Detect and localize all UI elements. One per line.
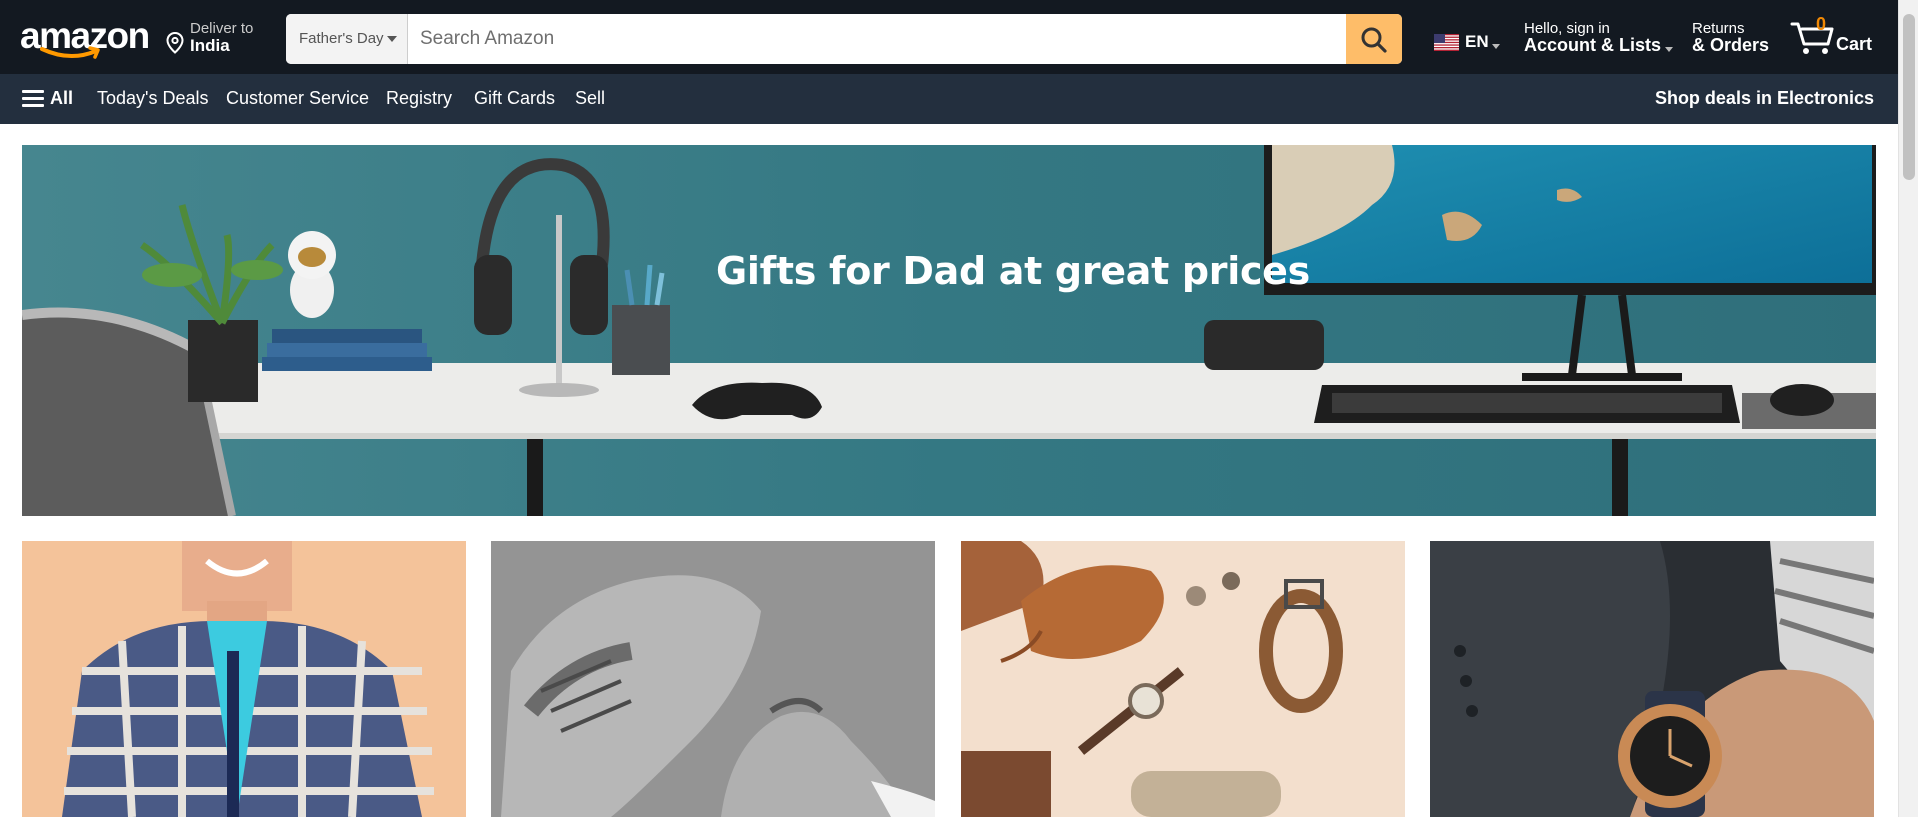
search-category-select[interactable]: Father's Day — [286, 14, 408, 64]
search-icon — [1361, 27, 1387, 53]
search-input[interactable] — [410, 14, 1340, 64]
search-bar: Father's Day — [286, 14, 1402, 64]
cart-count: 0 — [1816, 14, 1827, 34]
returns-orders[interactable]: Returns & Orders — [1692, 20, 1772, 60]
deliver-label: Deliver to — [190, 20, 254, 37]
top-nav: amazon Deliver to India Father's Day Sea… — [0, 0, 1898, 74]
cart-label: Cart — [1836, 34, 1873, 54]
nav-item-gift-cards[interactable]: Gift Cards — [474, 88, 555, 109]
hero-banner[interactable]: Gifts for Dad at great prices — [22, 145, 1876, 516]
deliver-country: India — [190, 36, 230, 55]
hero-headline: Gifts for Dad at great prices — [716, 249, 1310, 293]
search-button[interactable] — [1346, 14, 1402, 64]
us-flag-icon — [1434, 34, 1459, 51]
page: amazon Deliver to India Father's Day Sea… — [0, 0, 1898, 817]
tile-mens-accessories[interactable] — [961, 541, 1405, 817]
nav-item-todays-deals[interactable]: Today's Deals — [97, 88, 209, 109]
chevron-down-icon — [1665, 47, 1673, 52]
page-scrollbar[interactable] — [1898, 0, 1918, 817]
hamburger-icon — [22, 90, 44, 108]
orders-label: & Orders — [1692, 35, 1770, 55]
deliver-to[interactable]: Deliver to India — [166, 20, 286, 58]
account-lists[interactable]: Hello, sign in Account & Lists — [1524, 20, 1674, 60]
language-code: EN — [1465, 32, 1489, 51]
promo-link-electronics[interactable]: Shop deals in Electronics — [1655, 88, 1874, 109]
tile-watches[interactable] — [1430, 541, 1874, 817]
chevron-down-icon — [1492, 44, 1500, 49]
hero-illustration — [22, 145, 1876, 516]
chevron-down-icon — [387, 36, 397, 42]
nav-item-sell[interactable]: Sell — [575, 88, 605, 109]
nav-item-registry[interactable]: Registry — [386, 88, 452, 109]
accessories-image — [961, 541, 1405, 817]
nav-item-customer-service[interactable]: Customer Service — [226, 88, 369, 109]
scrollbar-thumb[interactable] — [1903, 14, 1915, 180]
all-menu-label: All — [50, 88, 74, 108]
cart-button[interactable]: 0 Cart — [1790, 14, 1880, 60]
tile-mens-shirt[interactable] — [22, 541, 466, 817]
logo-smile-icon — [40, 46, 100, 59]
language-selector[interactable]: EN — [1434, 30, 1504, 54]
secondary-nav: All Today's Deals Customer Service Regis… — [0, 74, 1898, 124]
tile-sneakers[interactable] — [491, 541, 935, 817]
search-category-label: Father's Day — [299, 30, 384, 47]
amazon-logo[interactable]: amazon — [20, 16, 150, 62]
sneakers-image — [491, 541, 935, 817]
account-label: Account & Lists — [1524, 35, 1662, 55]
watch-image — [1430, 541, 1874, 817]
cart-icon — [1790, 22, 1834, 54]
shirt-model-image — [22, 541, 466, 817]
location-pin-icon — [166, 32, 184, 54]
